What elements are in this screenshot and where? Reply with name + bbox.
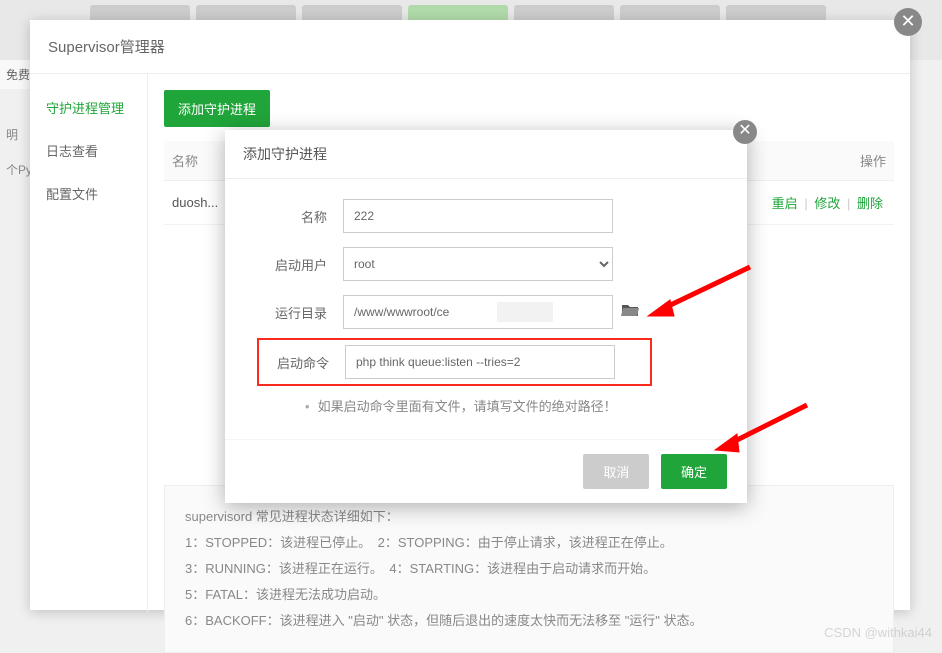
sidebar-item-config[interactable]: 配置文件 bbox=[30, 172, 147, 215]
sidebar-item-logs[interactable]: 日志查看 bbox=[30, 129, 147, 172]
folder-icon[interactable] bbox=[621, 302, 639, 323]
help-line: 3：RUNNING：该进程正在运行。 4：STARTING：该进程由于启动请求而… bbox=[185, 556, 873, 582]
delete-link[interactable]: 删除 bbox=[857, 196, 883, 211]
modify-link[interactable]: 修改 bbox=[814, 196, 840, 211]
close-icon[interactable]: ✕ bbox=[733, 120, 757, 144]
label-name: 名称 bbox=[265, 207, 343, 226]
label-dir: 运行目录 bbox=[265, 303, 343, 322]
modal-title: Supervisor管理器 bbox=[30, 20, 910, 74]
user-select[interactable]: root bbox=[343, 247, 613, 281]
inner-title: 添加守护进程 ✕ bbox=[225, 130, 747, 179]
cmd-input[interactable] bbox=[345, 345, 615, 379]
sidebar-item-process-mgmt[interactable]: 守护进程管理 bbox=[30, 86, 147, 129]
hint-text: 如果启动命令里面有文件，请填写文件的绝对路径！ bbox=[265, 396, 707, 415]
highlight-annotation: 启动命令 bbox=[257, 338, 652, 386]
cancel-button[interactable]: 取消 bbox=[583, 454, 649, 489]
bg-label-note1: 明 bbox=[0, 120, 24, 149]
help-panel: supervisord 常见进程状态详细如下： 1：STOPPED：该进程已停止… bbox=[164, 485, 894, 653]
redacted-overlay bbox=[497, 302, 553, 322]
help-line: supervisord 常见进程状态详细如下： bbox=[185, 504, 873, 530]
help-line: 1：STOPPED：该进程已停止。 2：STOPPING：由于停止请求，该进程正… bbox=[185, 530, 873, 556]
restart-link[interactable]: 重启 bbox=[772, 196, 798, 211]
add-process-button[interactable]: 添加守护进程 bbox=[164, 90, 270, 127]
watermark: CSDN @withkai44 bbox=[824, 625, 932, 640]
label-user: 启动用户 bbox=[265, 255, 343, 274]
ok-button[interactable]: 确定 bbox=[661, 454, 727, 489]
help-line: 6：BACKOFF：该进程进入 "启动" 状态，但随后退出的速度太快而无法移至 … bbox=[185, 608, 873, 634]
dir-input[interactable] bbox=[343, 295, 613, 329]
sidebar: 守护进程管理 日志查看 配置文件 bbox=[30, 74, 148, 612]
label-cmd: 启动命令 bbox=[267, 353, 345, 372]
close-icon[interactable]: ✕ bbox=[894, 8, 922, 36]
add-process-modal: 添加守护进程 ✕ 名称 启动用户 root 运行目录 启动命令 bbox=[225, 130, 747, 503]
help-line: 5：FATAL：该进程无法成功启动。 bbox=[185, 582, 873, 608]
col-ops: 操作 bbox=[727, 141, 894, 181]
name-input[interactable] bbox=[343, 199, 613, 233]
